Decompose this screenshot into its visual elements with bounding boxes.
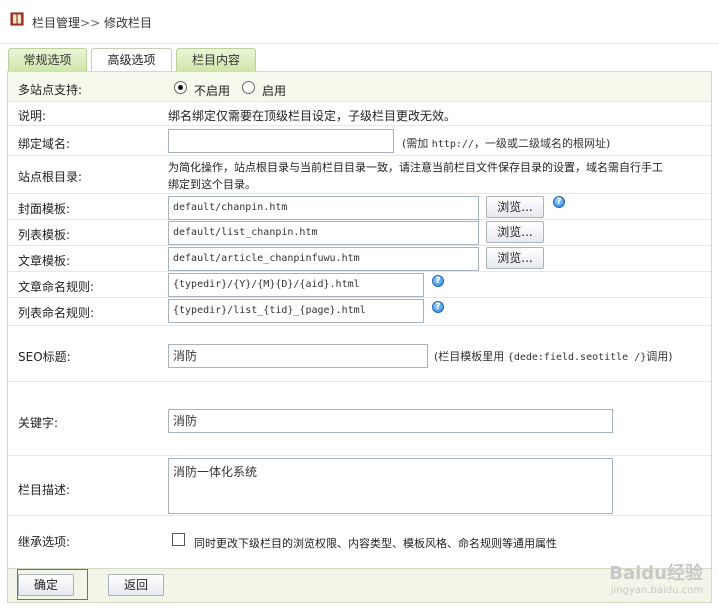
breadcrumb-root[interactable]: 栏目管理 [32,16,80,30]
watermark-url: jingyan.baidu.com [610,585,703,596]
article-naming-help-icon[interactable]: ? [432,275,444,287]
cover-template-row: 封面模板: default/chanpin.htm 浏览... ? [8,194,711,220]
site-root-text-line1: 为简化操作，站点根目录与当前栏目目录一致，请注意当前栏目文件保存目录的设置，域名… [168,161,663,174]
breadcrumb-separator: >> [80,16,101,30]
action-bar: 确定 返回 Baidu经验 jingyan.baidu.com [8,563,711,602]
cover-template-help-icon[interactable]: ? [553,196,565,208]
article-naming-label: 文章命名规则: [18,280,95,294]
site-root-label: 站点根目录: [18,170,83,184]
back-button[interactable]: 返回 [108,574,164,596]
note-row: 说明: 绑名绑定仅需要在顶级栏目设定，子级栏目更改无效。 [8,102,711,126]
book-icon [10,12,24,26]
seo-title-hint-prefix: (栏目模板里用 [434,350,508,363]
seo-title-hint-suffix: 调用) [646,350,673,363]
article-template-browse-button[interactable]: 浏览... [486,247,544,269]
description-textarea[interactable]: 消防一体化系统 [168,458,613,514]
seo-title-hint-tag: {dede:field.seotitle /} [507,352,647,363]
seo-title-input[interactable]: 消防 [168,344,428,368]
list-naming-input[interactable]: {typedir}/list_{tid}_{page}.html [168,299,424,323]
cover-template-label: 封面模板: [18,202,71,216]
bind-domain-input[interactable] [168,129,394,153]
bind-domain-label: 绑定域名: [18,137,71,151]
list-naming-help-icon[interactable]: ? [432,301,444,313]
multisite-off-label: 不启用 [194,84,231,98]
multisite-off-radio[interactable] [174,81,187,94]
cover-template-input[interactable]: default/chanpin.htm [168,196,479,220]
keywords-input[interactable]: 消防 [168,409,613,433]
bind-domain-row: 绑定域名: (需加 http://，一级或二级域名的根网址) [8,126,711,156]
description-row: 栏目描述: 消防一体化系统 [8,456,711,516]
breadcrumb-current: 修改栏目 [103,16,152,30]
multisite-label: 多站点支持: [18,83,83,97]
ok-button[interactable]: 确定 [18,574,74,596]
baidu-watermark: Baidu经验 jingyan.baidu.com [609,559,703,596]
article-naming-row: 文章命名规则: {typedir}/{Y}/{M}{D}/{aid}.html … [8,272,711,298]
multisite-on-label: 启用 [262,84,287,98]
tab-general[interactable]: 常规选项 [8,48,87,71]
list-template-row: 列表模板: default/list_chanpin.htm 浏览... [8,220,711,246]
tab-content[interactable]: 栏目内容 [176,48,256,71]
inherit-checkbox[interactable] [172,533,185,546]
note-text: 绑名绑定仅需要在顶级栏目设定，子级栏目更改无效。 [168,109,457,123]
tab-advanced[interactable]: 高级选项 [91,48,172,72]
list-naming-label: 列表命名规则: [18,306,95,320]
bind-domain-hint: (需加 http://，一级或二级域名的根网址) [402,135,610,151]
keywords-label: 关键字: [18,416,59,430]
list-template-browse-button[interactable]: 浏览... [486,221,544,243]
seo-title-label: SEO标题: [18,350,71,364]
site-root-text-line2: 绑定到这个目录。 [168,178,256,191]
article-naming-input[interactable]: {typedir}/{Y}/{M}{D}/{aid}.html [168,273,424,297]
article-template-label: 文章模板: [18,254,71,268]
note-label: 说明: [18,109,47,123]
list-template-input[interactable]: default/list_chanpin.htm [168,221,479,245]
seo-title-hint: (栏目模板里用 {dede:field.seotitle /}调用) [434,348,673,364]
article-template-row: 文章模板: default/article_chanpinfuwu.htm 浏览… [8,246,711,272]
description-label: 栏目描述: [18,483,71,497]
advanced-options-form: 多站点支持: 不启用 启用 说明: 绑名绑定仅需要在顶级栏目设定，子级栏目更改无… [7,71,712,603]
bind-domain-hint-protocol: http:// [431,139,474,150]
list-naming-row: 列表命名规则: {typedir}/list_{tid}_{page}.html… [8,298,711,326]
list-template-label: 列表模板: [18,228,71,242]
site-root-row: 站点根目录: 为简化操作，站点根目录与当前栏目目录一致，请注意当前栏目文件保存目… [8,156,711,194]
article-template-input[interactable]: default/article_chanpinfuwu.htm [168,247,479,271]
bind-domain-hint-prefix: (需加 [402,137,432,150]
seo-title-row: SEO标题: 消防 (栏目模板里用 {dede:field.seotitle /… [8,326,711,382]
multisite-row: 多站点支持: 不启用 启用 [8,72,711,102]
keywords-row: 关键字: 消防 [8,382,711,456]
top-bar: 栏目管理>> 修改栏目 [0,0,719,44]
multisite-on-radio[interactable] [242,81,255,94]
cover-template-browse-button[interactable]: 浏览... [486,196,544,218]
breadcrumb: 栏目管理>> 修改栏目 [32,14,152,31]
inherit-label: 继承选项: [18,535,71,549]
bind-domain-hint-suffix: ，一级或二级域名的根网址) [473,137,611,150]
inherit-row: 继承选项: 同时更改下级栏目的浏览权限、内容类型、模板风格、命名规则等通用属性 [8,516,711,568]
inherit-text: 同时更改下级栏目的浏览权限、内容类型、模板风格、命名规则等通用属性 [194,537,557,550]
watermark-brand: Baidu经验 [609,563,703,584]
